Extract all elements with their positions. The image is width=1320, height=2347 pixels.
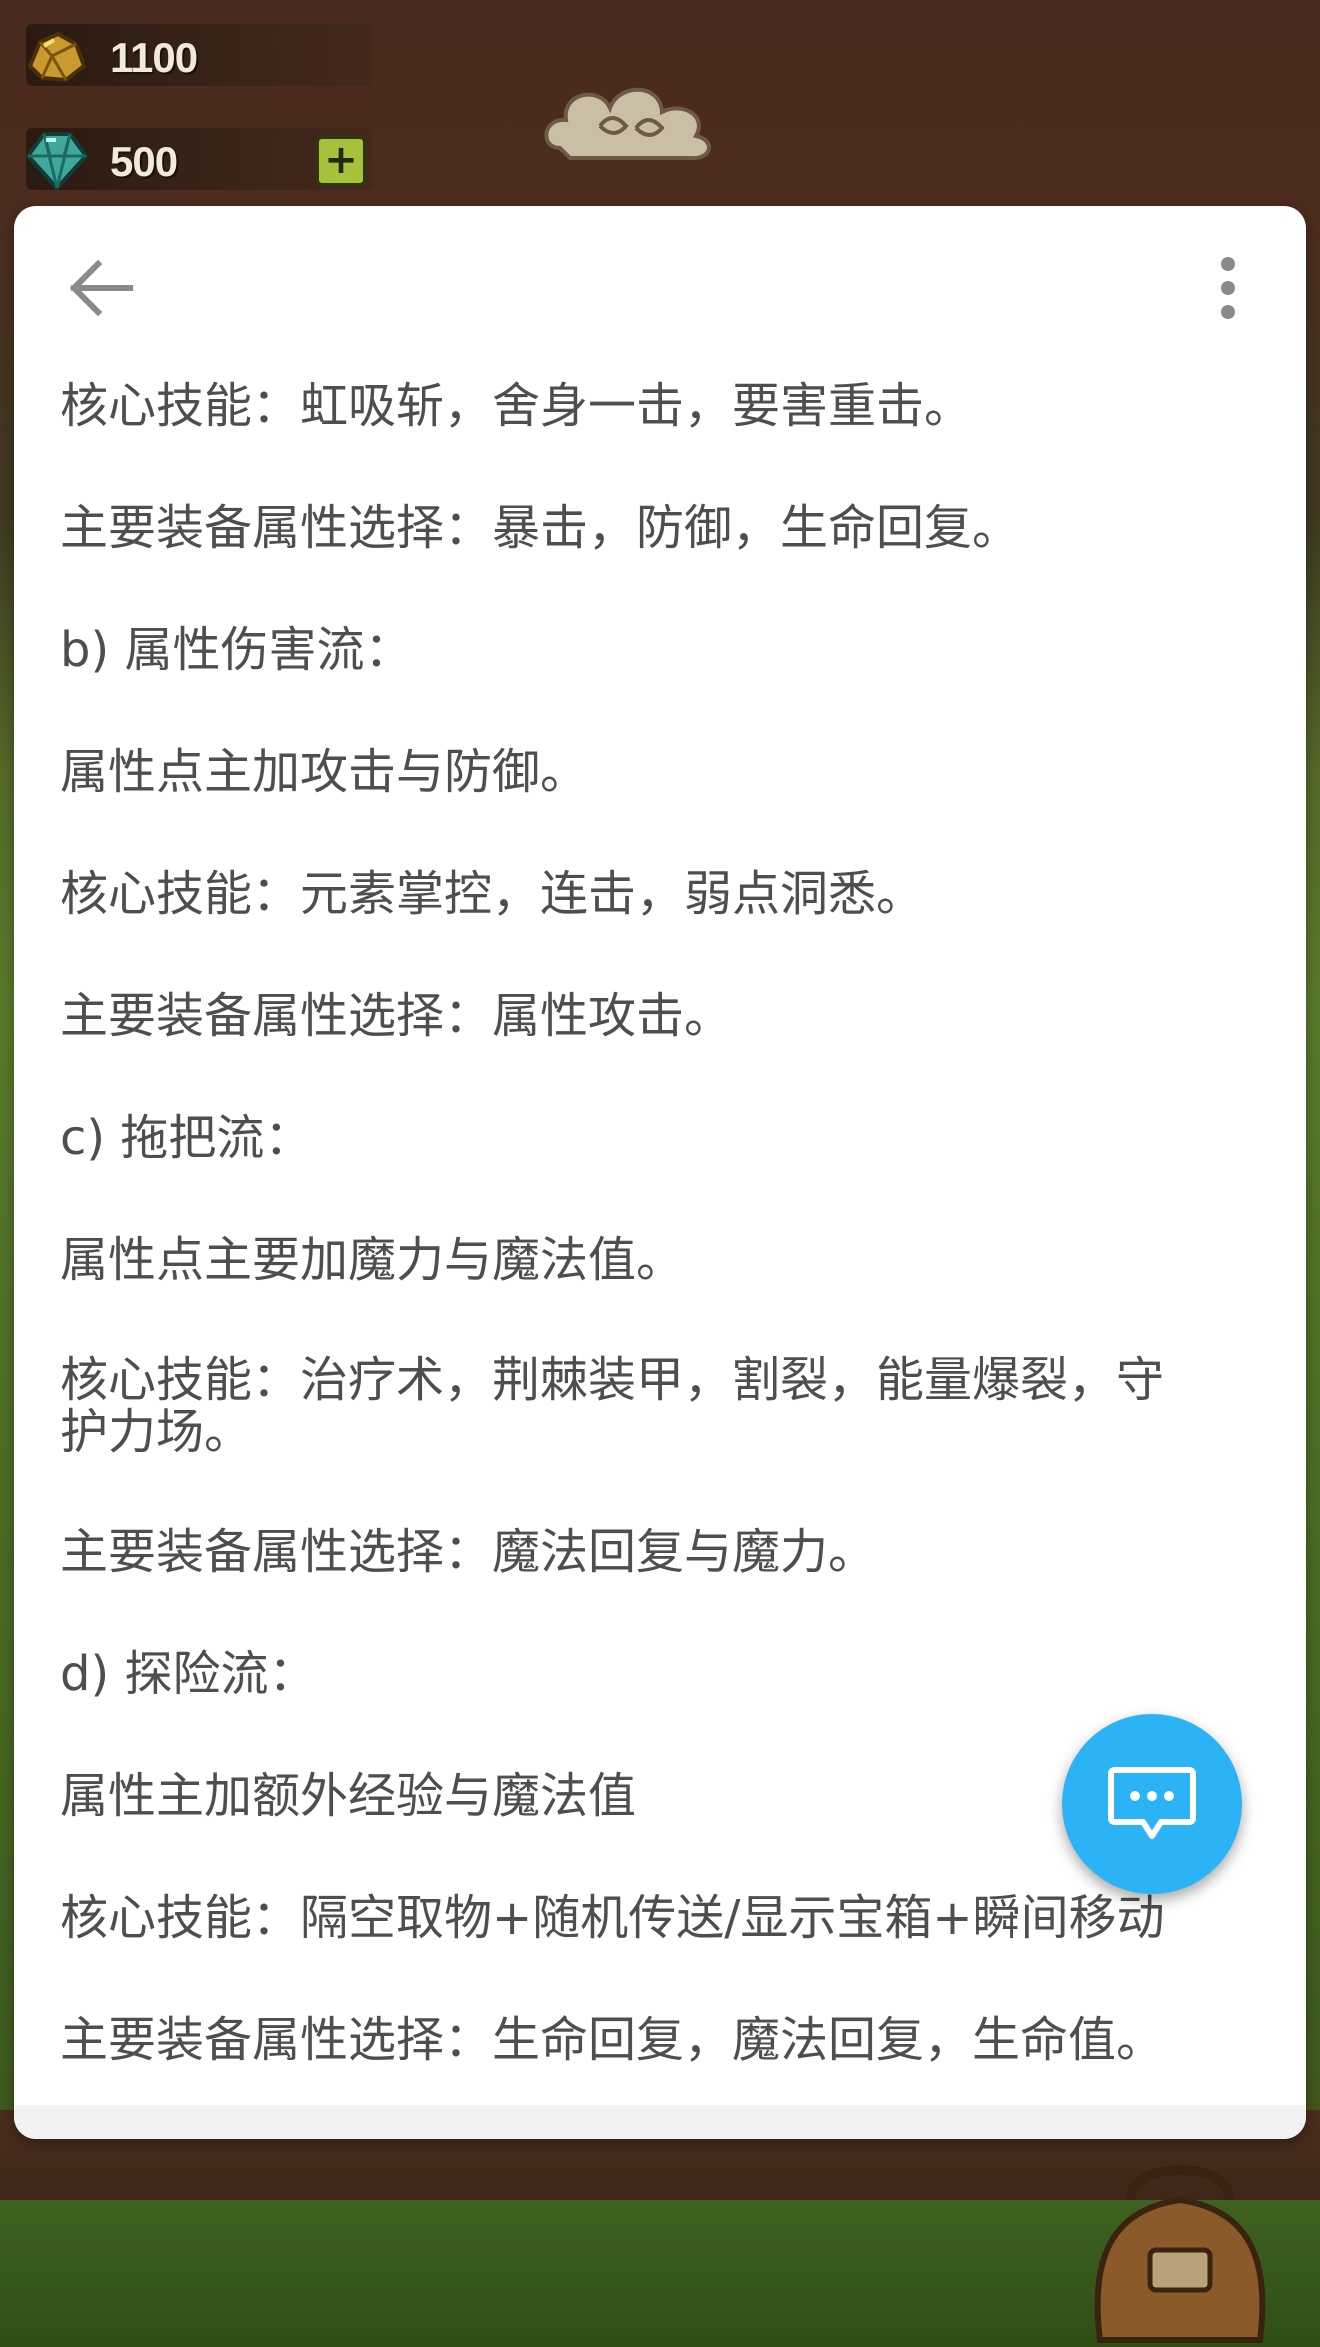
article-paragraph: 主要装备属性选择：魔法回复与魔力。 — [60, 1524, 877, 1580]
article-paragraph: 核心技能：虹吸斩，舍身一击，要害重击。 — [60, 378, 973, 434]
article-paragraph: 属性点主要加魔力与魔法值。 — [60, 1232, 685, 1288]
article-body: 核心技能：虹吸斩，舍身一击，要害重击。 主要装备属性选择：暴击，防御，生命回复。… — [60, 378, 1260, 2134]
add-gems-button[interactable]: + — [316, 136, 366, 186]
gem-counter: 500 + — [25, 128, 372, 191]
article-paragraph: 核心技能：治疗术，荆棘装甲，割裂，能量爆裂，守 护力场。 — [60, 1352, 1165, 1460]
more-options-button[interactable] — [1188, 242, 1268, 334]
comment-fab-button[interactable] — [1062, 1714, 1242, 1894]
gem-icon — [25, 132, 89, 191]
chat-bubble-icon — [1108, 1767, 1196, 1839]
cloud-icon — [544, 87, 711, 161]
article-paragraph: 主要装备属性选择：暴击，防御，生命回复。 — [60, 500, 1021, 556]
gem-value: 500 — [110, 138, 178, 185]
article-paragraph: 核心技能：元素掌控，连击，弱点洞悉。 — [60, 866, 925, 922]
more-vert-icon — [1221, 257, 1235, 319]
article-paragraph: 核心技能：隔空取物+随机传送/显示宝箱+瞬间移动 — [60, 1890, 1165, 1946]
article-paragraph: 主要装备属性选择：属性攻击。 — [60, 988, 733, 1044]
backpack-icon — [1094, 2165, 1266, 2343]
gold-value: 1100 — [110, 34, 198, 81]
section-heading: d) 探险流： — [60, 1646, 317, 1702]
section-heading: b) 属性伤害流： — [60, 622, 413, 678]
section-heading: c) 拖把流： — [60, 1110, 313, 1166]
card-footer-strip — [14, 2105, 1306, 2139]
gold-ore-icon — [27, 31, 87, 83]
gold-counter: 1100 — [26, 24, 372, 86]
back-button[interactable] — [56, 242, 148, 334]
arrow-left-icon — [70, 260, 133, 316]
article-paragraph: 主要装备属性选择：生命回复，魔法回复，生命值。 — [60, 2012, 1165, 2068]
article-paragraph: 属性点主加攻击与防御。 — [60, 744, 589, 800]
